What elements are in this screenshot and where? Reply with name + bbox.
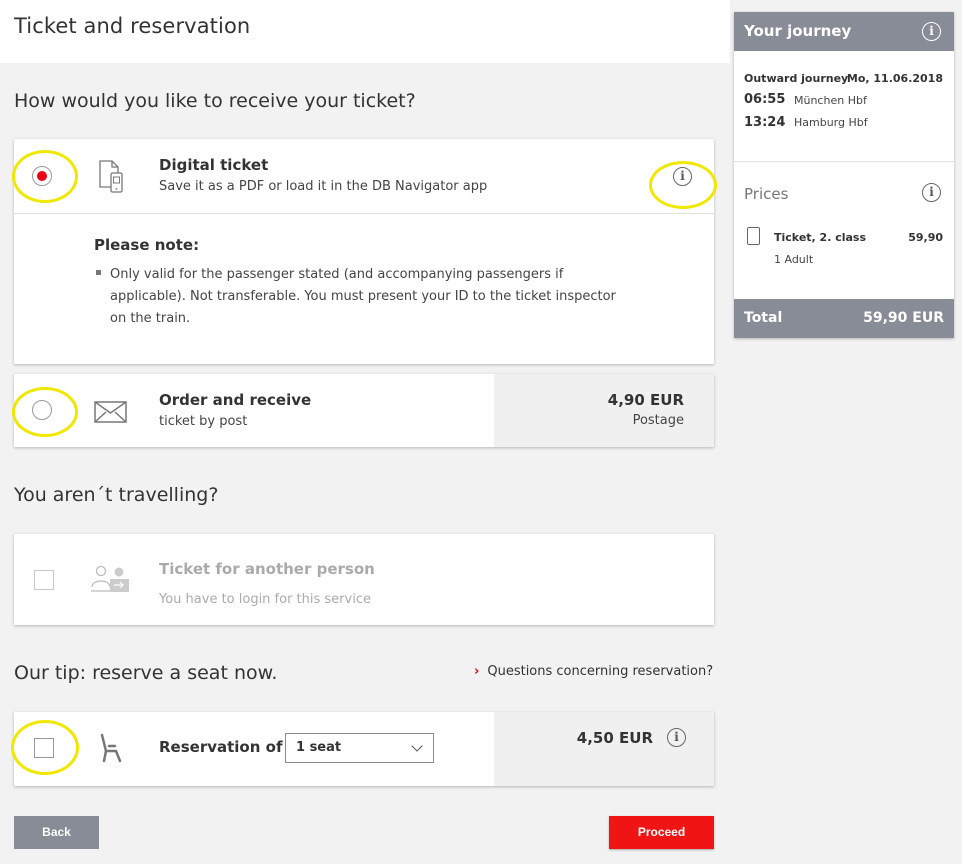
note-title: Please note: <box>94 236 200 254</box>
departure-station: München Hbf <box>794 94 867 107</box>
receive-heading: How would you like to receive your ticke… <box>14 90 416 112</box>
arrival-station: Hamburg Hbf <box>794 116 868 129</box>
info-icon[interactable]: i <box>673 167 692 186</box>
digital-ticket-subtitle: Save it as a PDF or load it in the DB Na… <box>159 179 488 194</box>
envelope-icon <box>94 401 127 423</box>
reservation-heading: Our tip: reserve a seat now. <box>14 662 278 684</box>
post-ticket-subtitle: ticket by post <box>159 414 248 429</box>
reservation-info-icon[interactable]: i <box>667 728 686 747</box>
total-label: Total <box>744 310 783 326</box>
questions-link[interactable]: › Questions concerning reservation? <box>474 664 713 679</box>
phone-document-icon <box>99 160 123 193</box>
sidebar-header: Your journey i <box>734 12 954 51</box>
person-transfer-icon <box>91 565 129 592</box>
post-ticket-title: Order and receive <box>159 391 312 409</box>
total-bar: Total 59,90 EUR <box>734 299 954 338</box>
note-text: Only valid for the passenger stated (and… <box>110 267 616 326</box>
postage-label: Postage <box>632 413 684 428</box>
card-divider <box>14 213 714 214</box>
back-button[interactable]: Back <box>14 816 99 849</box>
prices-info-icon[interactable]: i <box>922 183 941 202</box>
outward-journey-label: Outward journey <box>744 72 849 85</box>
arrival-time: 13:24 <box>744 115 786 130</box>
reservation-price: 4,50 EUR <box>576 729 653 747</box>
reservation-checkbox[interactable] <box>34 738 54 758</box>
seat-icon <box>100 733 122 763</box>
total-value: 59,90 EUR <box>863 310 944 326</box>
chevron-down-icon <box>411 740 423 752</box>
departure-time: 06:55 <box>744 92 786 107</box>
sidebar-title: Your journey <box>744 22 852 40</box>
digital-ticket-radio[interactable] <box>32 166 52 186</box>
chevron-right-icon: › <box>474 664 480 679</box>
seat-count-select[interactable]: 1 seat <box>285 733 434 763</box>
questions-link-label: Questions concerning reservation? <box>487 664 714 679</box>
other-person-checkbox[interactable] <box>34 570 54 590</box>
sidebar-divider <box>734 161 954 162</box>
reservation-price-panel <box>494 712 714 786</box>
note-bullet <box>96 270 101 275</box>
other-person-title: Ticket for another person <box>159 560 375 578</box>
post-price-panel <box>494 374 714 447</box>
passenger-count: 1 Adult <box>774 253 814 266</box>
digital-ticket-title: Digital ticket <box>159 156 269 174</box>
ticket-class-label: Ticket, 2. class <box>774 231 867 244</box>
reservation-label: Reservation of <box>159 738 283 756</box>
outward-journey-date: Mo, 11.06.2018 <box>846 72 943 85</box>
ticket-icon <box>747 227 760 245</box>
not-travelling-heading: You aren´t travelling? <box>14 484 219 506</box>
post-ticket-radio[interactable] <box>32 400 52 420</box>
other-person-subtitle: You have to login for this service <box>159 592 371 607</box>
prices-label: Prices <box>744 185 789 203</box>
journey-info-icon[interactable]: i <box>922 22 941 41</box>
ticket-price: 59,90 <box>908 231 943 244</box>
postage-price: 4,90 EUR <box>607 391 684 409</box>
proceed-button[interactable]: Proceed <box>609 816 714 849</box>
seat-count-value: 1 seat <box>296 740 342 755</box>
page-title: Ticket and reservation <box>14 14 251 38</box>
journey-sidebar: Your journey i Outward journey Mo, 11.06… <box>734 12 954 338</box>
